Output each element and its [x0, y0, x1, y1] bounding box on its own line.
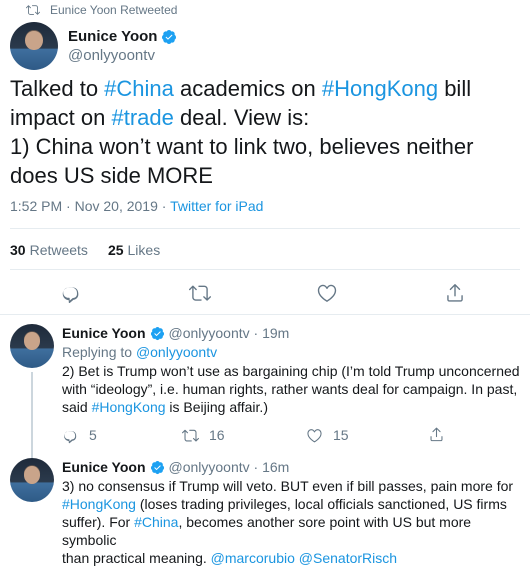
main-tweet-actions — [0, 278, 530, 308]
tweet-source-link[interactable]: Twitter for iPad — [170, 198, 263, 214]
retweet-icon[interactable] — [182, 427, 199, 444]
retweet-action[interactable]: 16 — [182, 426, 225, 444]
reply-time[interactable]: 19m — [262, 324, 289, 342]
like-icon[interactable] — [316, 282, 338, 304]
divider — [0, 314, 530, 315]
avatar[interactable] — [10, 324, 54, 368]
hashtag-link[interactable]: #trade — [112, 105, 174, 130]
retweet-icon — [26, 5, 40, 15]
divider — [10, 269, 520, 270]
verified-badge-icon — [150, 326, 164, 340]
likes-count[interactable]: 25 — [108, 242, 124, 258]
mention-link[interactable]: @marcorubio — [211, 550, 295, 566]
reply-tweet[interactable]: Eunice Yoon @onlyyoontv · 16m 3) no cons… — [0, 458, 530, 574]
reply-text: 3) no consensus if Trump will veto. BUT … — [62, 477, 522, 567]
reply-time[interactable]: 16m — [262, 458, 289, 476]
retweeted-by-text: Eunice Yoon Retweeted — [50, 3, 178, 17]
author-handle[interactable]: @onlyyoontv — [68, 46, 177, 65]
reply-time-separator: · — [249, 459, 263, 475]
reply-actions: 5 16 15 — [62, 426, 522, 446]
retweet-icon[interactable] — [189, 282, 211, 304]
share-action[interactable] — [428, 426, 455, 443]
reply-author-handle[interactable]: @onlyyoontv — [169, 324, 250, 342]
tweet-text-segment: 3) no consensus if Trump will veto. BUT … — [62, 478, 514, 494]
hashtag-link[interactable]: #China — [134, 514, 178, 530]
retweets-label[interactable]: Retweets — [30, 242, 88, 258]
hashtag-link[interactable]: #China — [104, 76, 174, 101]
reply-author-name[interactable]: Eunice Yoon — [62, 458, 146, 476]
divider — [10, 228, 520, 229]
mention-link[interactable]: @SenatorRisch — [299, 550, 397, 566]
likes-label[interactable]: Likes — [128, 242, 161, 258]
avatar[interactable] — [10, 22, 58, 70]
reply-text: 2) Bet is Trump won’t use as bargaining … — [62, 362, 522, 416]
reply-action[interactable]: 5 — [62, 426, 97, 444]
tweet-text-segment: Talked to — [10, 76, 105, 101]
avatar[interactable] — [10, 458, 54, 502]
replying-to-handle[interactable]: @onlyyoontv — [136, 344, 217, 360]
hashtag-link[interactable]: #HongKong — [92, 399, 166, 415]
tweet-text-segment: is Beijing affair.) — [165, 399, 268, 415]
retweeted-by-header: Eunice Yoon Retweeted — [26, 2, 177, 18]
reply-author-name[interactable]: Eunice Yoon — [62, 324, 146, 342]
replying-to: Replying to @onlyyoontv — [62, 343, 522, 361]
reply-author-handle[interactable]: @onlyyoontv — [169, 458, 250, 476]
tweet-stats: 30 Retweets 25 Likes — [10, 242, 180, 258]
tweet-text-segment: academics on — [173, 76, 322, 101]
author-name[interactable]: Eunice Yoon — [68, 27, 157, 46]
reply-icon[interactable] — [62, 427, 79, 444]
verified-badge-icon — [162, 29, 177, 44]
main-tweet-text: Talked to #China academics on #HongKong … — [10, 74, 515, 190]
like-action[interactable]: 15 — [306, 426, 349, 444]
main-tweet-author[interactable]: Eunice Yoon @onlyyoontv — [10, 22, 177, 70]
tweet-timestamp-row: 1:52 PM · Nov 20, 2019 · Twitter for iPa… — [10, 198, 263, 214]
reply-tweet[interactable]: Eunice Yoon @onlyyoontv · 19m Replying t… — [0, 324, 530, 458]
replying-to-prefix: Replying to — [62, 344, 136, 360]
share-icon[interactable] — [444, 282, 466, 304]
like-count: 15 — [333, 427, 349, 443]
thread-line — [31, 372, 33, 458]
hashtag-link[interactable]: #HongKong — [322, 76, 438, 101]
tweet-timestamp[interactable]: 1:52 PM · Nov 20, 2019 · — [10, 198, 170, 214]
retweet-count: 16 — [209, 427, 225, 443]
hashtag-link[interactable]: #HongKong — [62, 496, 136, 512]
share-icon[interactable] — [428, 426, 445, 443]
like-icon[interactable] — [306, 427, 323, 444]
reply-time-separator: · — [249, 325, 263, 341]
retweets-count[interactable]: 30 — [10, 242, 26, 258]
reply-count: 5 — [89, 427, 97, 443]
reply-icon[interactable] — [60, 282, 82, 304]
verified-badge-icon — [150, 460, 164, 474]
